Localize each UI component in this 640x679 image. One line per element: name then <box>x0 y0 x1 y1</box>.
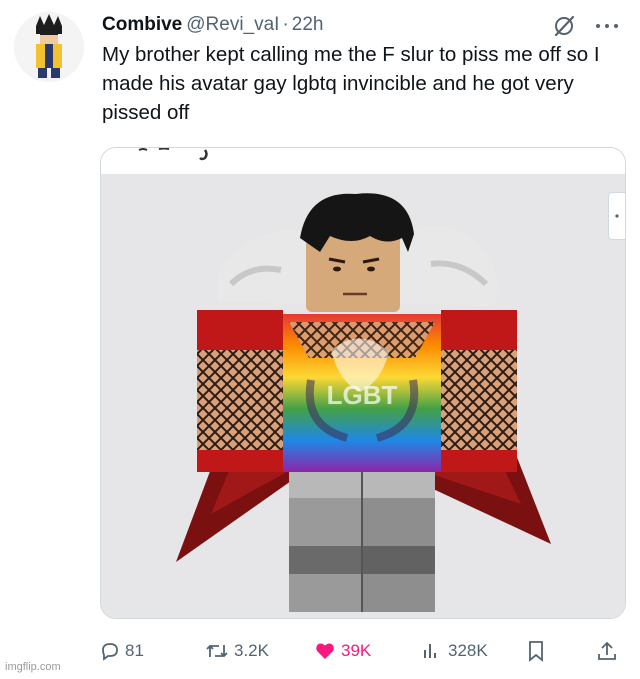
retweet-count: 3.2K <box>234 641 269 660</box>
shirt-text: LGBT <box>327 380 398 410</box>
grok-icon[interactable] <box>552 14 576 38</box>
share-button[interactable] <box>596 636 623 666</box>
reply-icon <box>102 643 118 661</box>
avatar-image <box>14 12 84 82</box>
tweet-header: Combive @Revi_vaI · 22h <box>102 14 324 36</box>
media-cropped-strip <box>101 148 625 174</box>
separator-dot: · <box>282 14 289 35</box>
more-icon[interactable] <box>594 22 620 30</box>
tweet-text: My brother kept calling me the F slur to… <box>102 43 600 124</box>
views-button[interactable]: 328K <box>421 636 488 666</box>
views-icon <box>424 644 436 658</box>
media-card[interactable]: LGBT <box>100 147 626 619</box>
media-expand-button[interactable] <box>608 192 625 240</box>
user-handle[interactable]: @Revi_vaI <box>186 14 279 35</box>
watermark: imgflip.com <box>5 661 61 673</box>
tweet: Combive @Revi_vaI · 22h My brother kept cal… <box>0 0 640 679</box>
tweet-actions: 81 3.2K 39K 328K <box>0 636 640 666</box>
bookmark-button[interactable] <box>526 636 551 666</box>
like-count: 39K <box>341 641 372 660</box>
roblox-avatar-image: LGBT <box>176 193 551 612</box>
chevron-left-icon <box>615 214 619 218</box>
bookmark-icon <box>529 641 543 662</box>
heart-filled-icon <box>316 643 334 659</box>
share-icon <box>598 641 616 660</box>
display-name[interactable]: Combive <box>102 14 182 35</box>
retweet-button[interactable]: 3.2K <box>205 636 269 666</box>
avatar[interactable] <box>14 12 84 82</box>
views-count: 328K <box>448 641 488 660</box>
reply-button[interactable]: 81 <box>100 636 144 666</box>
timestamp[interactable]: 22h <box>292 14 324 35</box>
retweet-icon <box>206 644 228 658</box>
like-button[interactable]: 39K <box>314 636 371 666</box>
media-image: LGBT <box>101 174 625 618</box>
reply-count: 81 <box>125 641 144 660</box>
